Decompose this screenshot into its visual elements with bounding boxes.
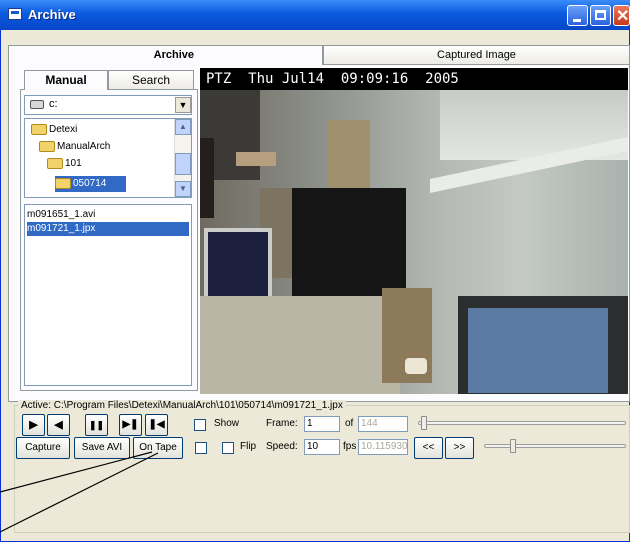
tab-archive[interactable]: Archive [8,45,323,65]
tab-captured-image[interactable]: Captured Image [323,45,630,65]
file-list[interactable]: m091651_1.avi m091721_1.jpx [24,204,192,386]
pause-button[interactable]: ❚❚ [85,414,108,436]
frame-label: Frame: [266,418,298,429]
scroll-down-icon[interactable]: ▼ [175,181,191,197]
chevron-down-icon[interactable]: ▼ [175,97,191,113]
tree-item-label: 050714 [73,178,107,189]
flip-checkbox[interactable] [222,442,234,454]
speed-slider-thumb[interactable] [510,439,516,453]
tab-archive-label: Archive [153,49,194,61]
folder-open-icon [31,123,47,135]
on-tape-button[interactable]: On Tape [133,437,183,459]
tab-search[interactable]: Search [108,70,194,90]
speed-slider-track[interactable] [484,444,626,448]
drive-select[interactable]: c: ▼ [24,95,192,115]
scroll-up-icon[interactable]: ▲ [175,119,191,135]
tab-manual[interactable]: Manual [24,70,108,90]
tree-item-label: ManualArch [57,141,111,152]
frame-input[interactable]: 1 [304,416,340,432]
option-checkbox[interactable] [195,442,207,454]
step-back-button[interactable]: ❚◀ [145,414,168,436]
tree-item-label: Detexi [49,124,78,135]
folder-open-icon [39,140,55,152]
tree-item-050714[interactable]: 050714 [55,176,127,192]
tree-scrollbar[interactable]: ▲ ▼ [174,119,191,197]
folder-open-icon [47,157,63,169]
window-title: Archive [28,7,76,22]
show-checkbox[interactable] [194,419,206,431]
scroll-thumb[interactable] [175,153,191,175]
tree-item-label: 101 [65,158,82,169]
capture-button[interactable]: Capture [16,437,70,459]
minimize-button[interactable] [567,5,588,26]
tree-item-detexi[interactable]: Detexi [31,122,77,138]
flip-label: Flip [240,441,257,452]
folder-tree[interactable]: Detexi ManualArch 101 050714 ▲ ▼ [24,118,192,198]
speed-label: Speed: [266,441,298,452]
step-forward-button[interactable]: ▶❚ [119,414,142,436]
close-icon: ✕ [616,8,630,25]
show-label: Show [214,418,240,429]
app-window-icon [8,8,22,20]
fps-label: fps [343,441,357,452]
folder-open-icon [55,177,71,189]
play-button[interactable]: ▶ [22,414,45,436]
save-avi-button[interactable]: Save AVI [74,437,130,459]
active-file-path: Active: C:\Program Files\Detexi\ManualAr… [18,400,346,411]
title-bar[interactable] [0,0,630,30]
list-item[interactable]: m091651_1.avi [27,208,189,222]
frame-slider-track[interactable] [418,421,626,425]
tree-item-manualarch[interactable]: ManualArch [39,139,110,155]
frame-slider-thumb[interactable] [421,416,427,430]
maximize-button[interactable] [590,5,611,26]
frame-total-field: 144 [358,416,408,432]
fps-field: 10.115930 [358,439,408,455]
of-label: of [345,418,354,429]
tree-item-101[interactable]: 101 [47,156,82,172]
drive-value: c: [49,98,58,110]
close-button[interactable]: ✕ [613,5,630,26]
speed-input[interactable]: 10 [304,439,340,455]
video-timestamp-overlay: PTZ Thu Jul14 09:09:16 2005 [200,68,628,90]
fast-forward-button[interactable]: >> [445,437,474,459]
list-item[interactable]: m091721_1.jpx [27,222,189,236]
video-frame: PTZ Thu Jul14 09:09:16 2005 [200,68,628,394]
drive-icon [30,100,44,109]
rewind-button[interactable]: << [414,437,443,459]
play-reverse-button[interactable]: ◀ [47,414,70,436]
